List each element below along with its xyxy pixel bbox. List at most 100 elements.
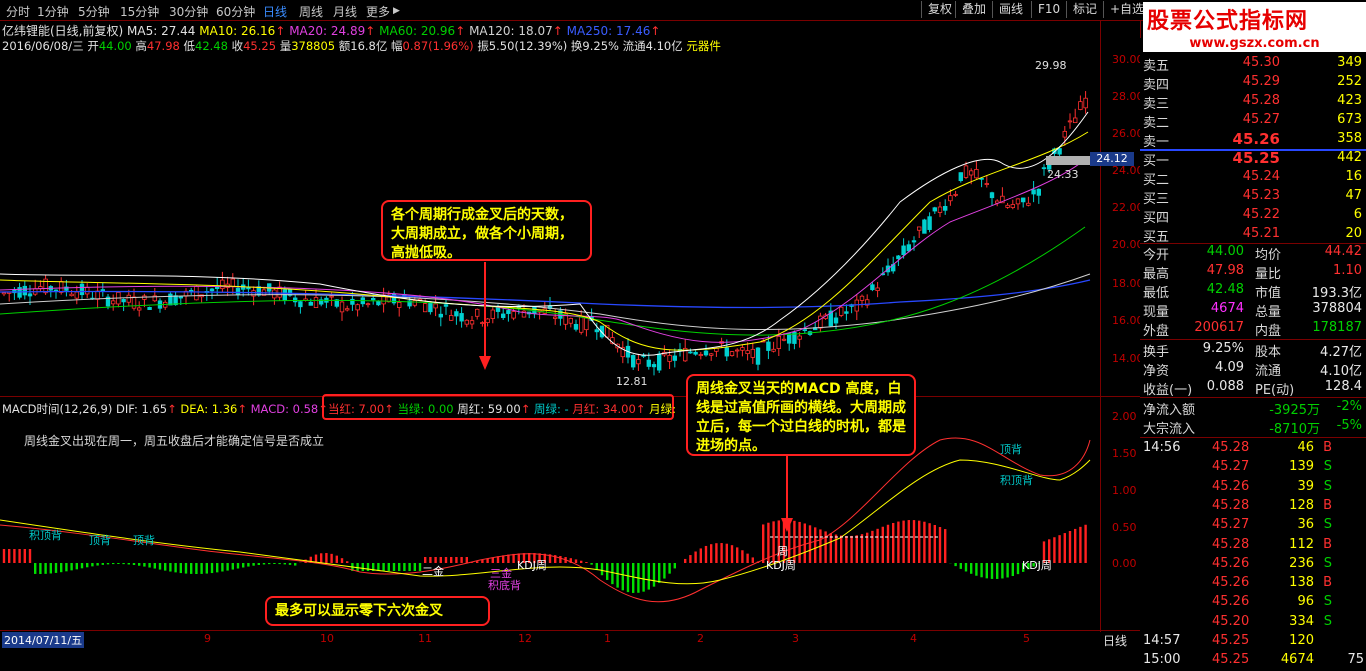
macd-bar (325, 553, 327, 563)
macd-bar (674, 563, 676, 568)
macd-bar (164, 563, 166, 571)
macd-tick: 1.50 (1112, 447, 1137, 460)
price-tick: 18.00 (1112, 277, 1144, 290)
candle-body (247, 288, 251, 289)
ma120-arrow-icon: ↑ (553, 24, 563, 38)
stat-value: 4674 (1211, 301, 1244, 316)
ma20-value: MA20: 24.89 (289, 24, 365, 38)
high-label: 高 (135, 39, 147, 53)
tab-5min[interactable]: 5分钟 (78, 3, 110, 20)
dif-arrow-icon: ↑ (167, 402, 177, 416)
fuquan-button[interactable]: 复权 (921, 1, 958, 18)
macd-bar (408, 563, 410, 571)
candle-body (751, 349, 755, 357)
tick-volume: 36 (1297, 517, 1314, 532)
stat-value: 178187 (1312, 320, 1362, 335)
macd-title: MACD时间(12,26,9) (2, 402, 112, 416)
candle-body (673, 356, 677, 360)
candle-body (179, 297, 183, 298)
tab-1min[interactable]: 1分钟 (37, 3, 69, 20)
stat-value: 9.25% (1203, 341, 1244, 356)
arrow-down-icon (780, 456, 794, 534)
candle-body (949, 196, 953, 201)
tick-side: S (1324, 556, 1332, 571)
candle-body (730, 352, 734, 356)
macd-bar (60, 563, 62, 572)
candle-body (96, 291, 100, 299)
macd-bar (362, 563, 364, 571)
swing-value: 振5.50(12.39%) (477, 39, 567, 53)
macd-bar (138, 563, 140, 566)
mark-button[interactable]: 标记 (1066, 1, 1103, 18)
stat-label: 外盘 (1143, 320, 1169, 339)
candle-body (631, 355, 635, 367)
f10-button[interactable]: F10 (1031, 1, 1066, 18)
ma-header: 亿纬锂能(日线,前复权) MA5: 27.44 MA10: 26.16↑ MA2… (2, 22, 660, 39)
tab-monthly[interactable]: 月线 (333, 3, 357, 20)
tick-side: S (1324, 517, 1332, 532)
tick-volume: 46 (1297, 440, 1314, 455)
bid-price: 45.24 (1243, 169, 1280, 184)
low-label: 低 (184, 39, 196, 53)
candle-body (709, 354, 713, 356)
red-now: 当红: 7.00 (328, 402, 384, 416)
macd-bar (700, 548, 702, 563)
stat-row: 现量4674总量378804 (1140, 301, 1366, 320)
macd-bar (809, 525, 811, 563)
candle-body (413, 301, 417, 306)
stat-row: 最低42.48市值193.3亿 (1140, 282, 1366, 301)
month-red: 月红: 34.00 (572, 402, 635, 416)
stat-value: 1.10 (1333, 263, 1362, 278)
candle-body (756, 348, 760, 364)
macd-bar (159, 563, 161, 570)
tab-daily[interactable]: 日线 (263, 3, 287, 20)
tick-price: 45.25 (1212, 633, 1249, 648)
tab-more[interactable]: 更多 (366, 3, 390, 20)
x-axis-line (0, 630, 1140, 631)
range-label: 幅 (391, 39, 403, 53)
candle-body (969, 171, 973, 175)
tab-weekly[interactable]: 周线 (299, 3, 323, 20)
macd-bar (1079, 527, 1081, 563)
tab-60min[interactable]: 60分钟 (216, 3, 255, 20)
tab-30min[interactable]: 30分钟 (169, 3, 208, 20)
macd-bar (70, 563, 72, 570)
ma10-arrow-icon: ↑ (275, 24, 285, 38)
tick-row: 45.28112B (1140, 537, 1366, 556)
candle-body (397, 302, 401, 307)
candle-body (70, 294, 74, 295)
ask-price: 45.29 (1243, 74, 1280, 89)
dea-arrow-icon: ↑ (237, 402, 247, 416)
macd-bar (897, 522, 899, 563)
ask-volume: 358 (1337, 131, 1362, 146)
last-price-label: 24.33 (1047, 168, 1079, 181)
overlay-button[interactable]: 叠加 (955, 1, 992, 18)
tick-partial: 75 (1347, 652, 1364, 667)
period-label[interactable]: 日线 (1103, 632, 1127, 649)
macd-bar (341, 558, 343, 563)
macd-bar (752, 557, 754, 563)
tick-price: 45.28 (1212, 498, 1249, 513)
macd-bar (455, 557, 457, 563)
macd-bar (741, 550, 743, 563)
tab-15min[interactable]: 15分钟 (120, 3, 159, 20)
macd-bar (393, 563, 395, 571)
macd-bar (798, 522, 800, 563)
macd-bar (486, 559, 488, 563)
draw-line-button[interactable]: 画线 (992, 1, 1029, 18)
macd-bar (1064, 533, 1066, 563)
macd-bar (128, 563, 130, 564)
macd-bar (684, 559, 686, 563)
tick-volume: 138 (1289, 575, 1314, 590)
tab-fenshi[interactable]: 分时 (6, 3, 30, 20)
stat-row: 外盘200617内盘178187 (1140, 320, 1366, 339)
tick-price: 45.26 (1212, 479, 1249, 494)
candle-body (293, 298, 297, 302)
vol-label: 量 (280, 39, 292, 53)
candle-body (2, 293, 6, 294)
candle-body (236, 288, 240, 294)
macd-bar (320, 553, 322, 563)
sector-tag: 元器件 (686, 39, 721, 53)
candle-body (444, 305, 448, 307)
macd-bar (1017, 563, 1019, 574)
